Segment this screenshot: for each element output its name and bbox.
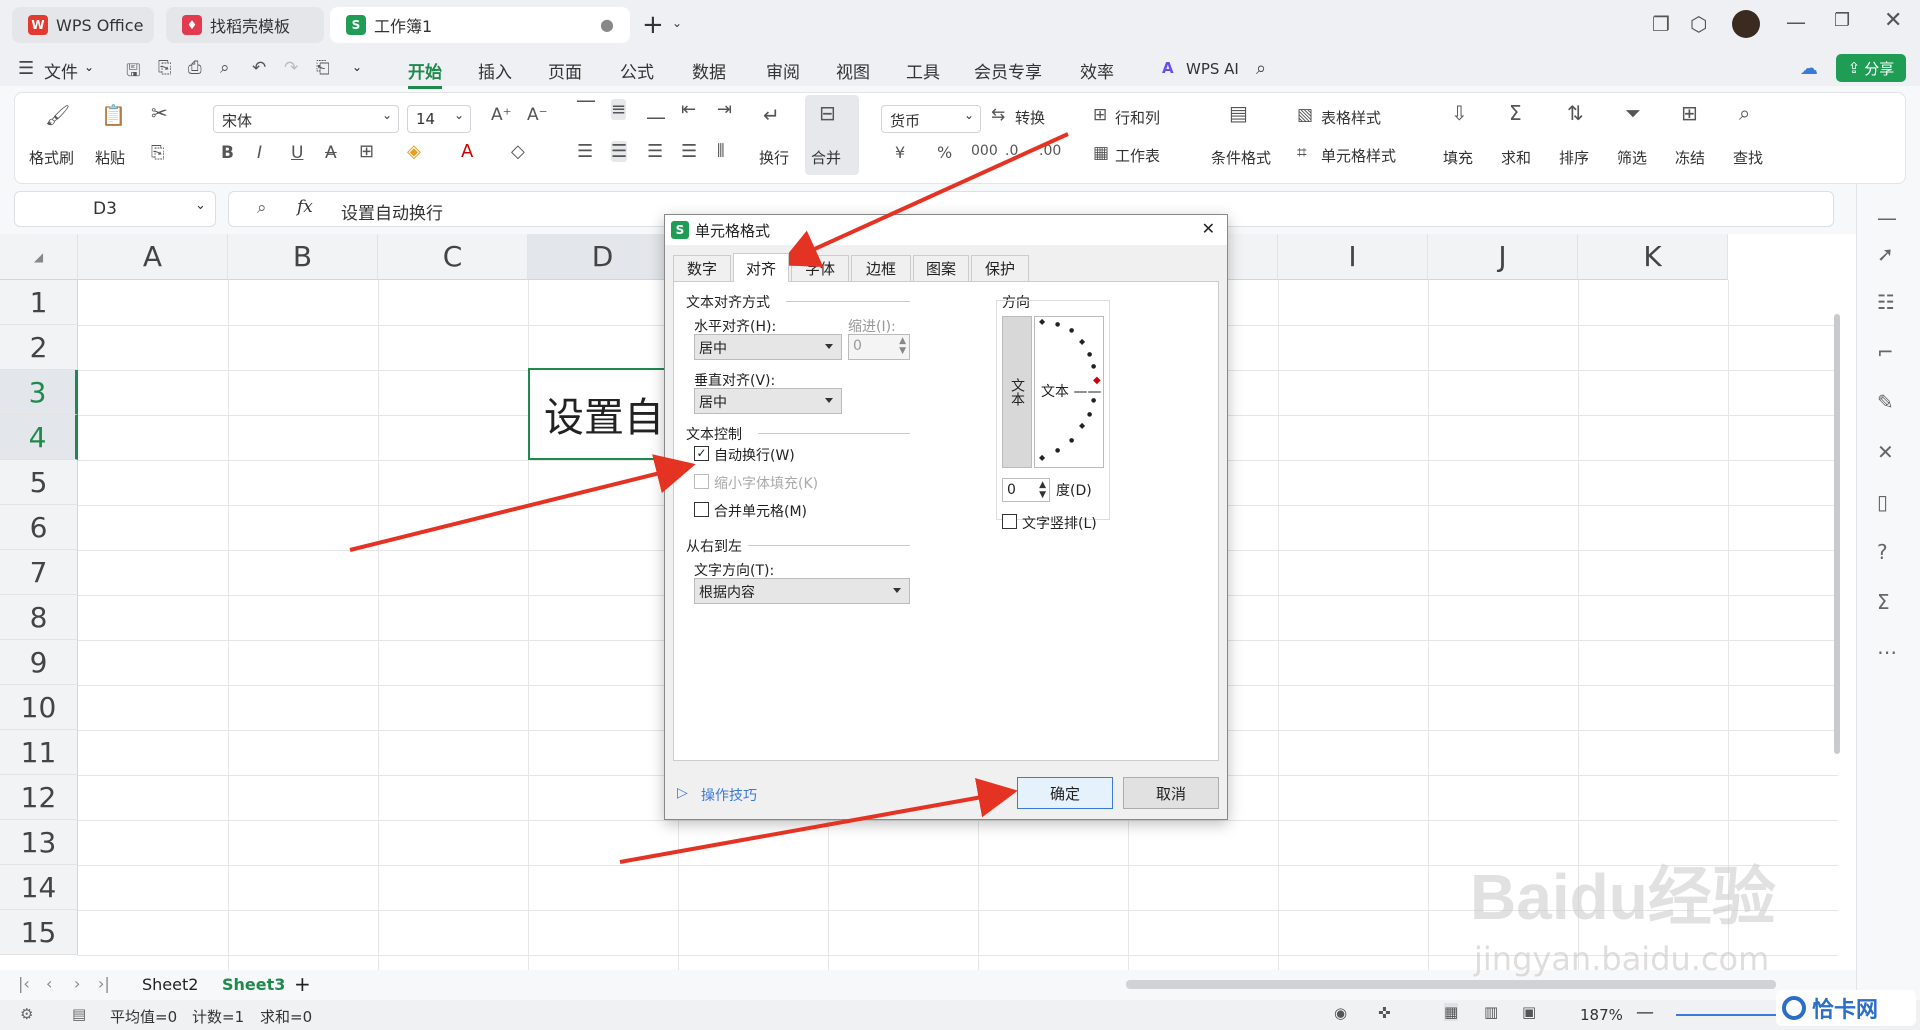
dialog-tab[interactable]: 对齐: [733, 253, 789, 282]
arrow-to-wrap-checkbox: [349, 454, 696, 552]
watermark-url: jingyan.baidu.com: [1474, 940, 1770, 978]
baidu-watermark: Baidu经验: [1470, 861, 1776, 933]
arrow-to-align-tab: [778, 132, 1069, 267]
corner-logo: 恰卡网: [1776, 990, 1916, 1026]
corner-logo-icon: [1782, 996, 1806, 1020]
corner-logo-text: 恰卡网: [1812, 998, 1879, 1023]
arrow-to-ok-button: [619, 777, 1018, 864]
